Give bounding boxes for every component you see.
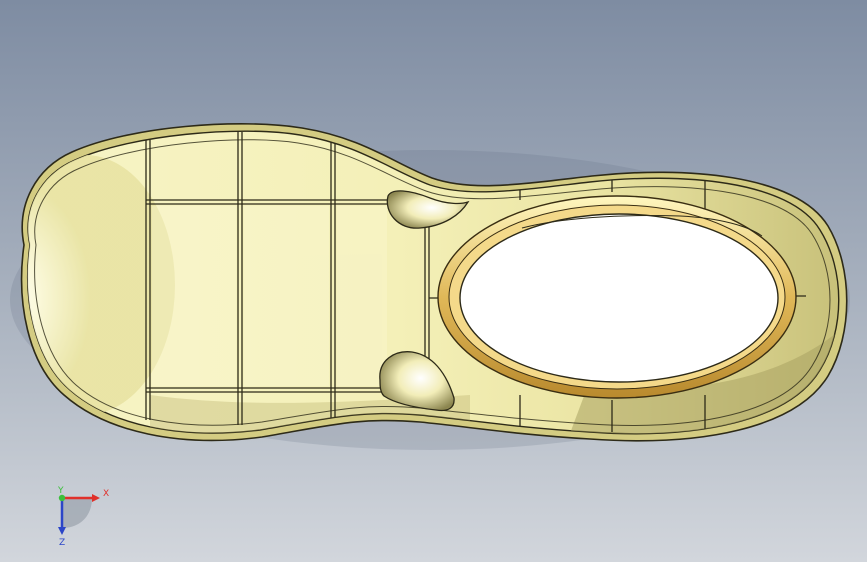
panel-highlights: [152, 206, 387, 386]
x-axis-label: X: [103, 489, 109, 499]
y-axis-label: Y: [57, 486, 64, 496]
graphics-viewport[interactable]: X Y Z: [0, 0, 867, 562]
viewport-canvas[interactable]: X Y Z: [0, 0, 867, 562]
heel-cutout: [459, 213, 779, 383]
z-axis-label: Z: [59, 538, 65, 548]
